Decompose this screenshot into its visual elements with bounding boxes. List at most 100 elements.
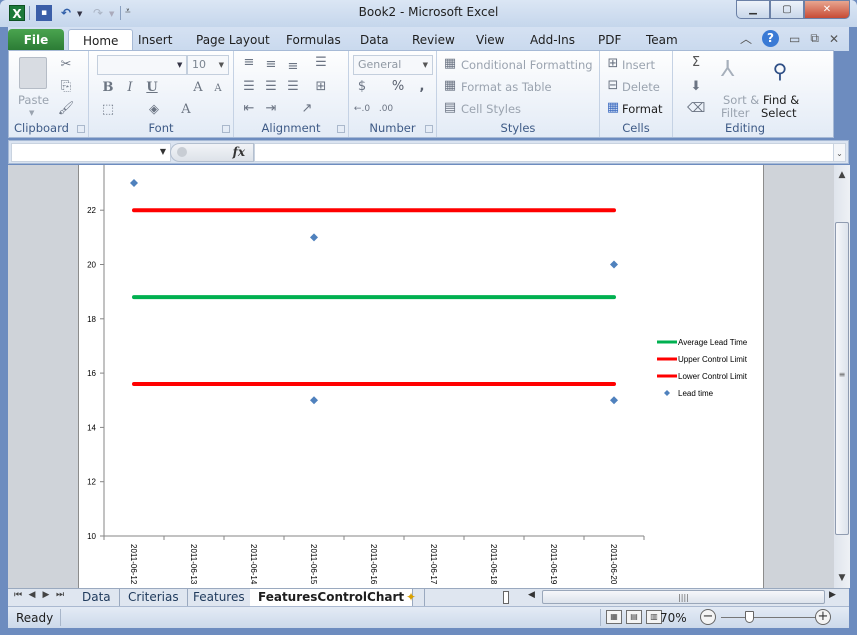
font-name-dropdown-icon[interactable]: ▼ [177, 61, 182, 69]
font-size-combo[interactable]: 10 ▼ [187, 55, 229, 75]
italic-button[interactable]: I [121, 80, 139, 96]
tab-pdf[interactable]: PDF [584, 29, 635, 51]
bold-button[interactable]: B [99, 80, 117, 96]
fill-icon[interactable]: ⬇ [687, 79, 705, 95]
copy-icon[interactable]: ⎘ [57, 79, 75, 95]
format-painter-icon[interactable]: 🖌 [57, 101, 75, 117]
top-align-icon[interactable]: ≡ [240, 55, 258, 71]
sort-filter-button-line2[interactable]: Filter [721, 106, 749, 120]
sheet-tab-features[interactable]: Features [185, 589, 254, 606]
minimize-ribbon-icon[interactable]: ︿ [740, 30, 752, 47]
clear-icon[interactable]: ⌫ [687, 101, 705, 117]
cell-styles-button[interactable]: Cell Styles [461, 102, 521, 116]
font-color-button[interactable]: A [177, 102, 195, 118]
zoom-in-icon[interactable]: + [815, 609, 831, 625]
name-box[interactable]: ▼ [11, 143, 171, 162]
conditional-formatting-button[interactable]: Conditional Formatting [461, 58, 593, 72]
restore-button[interactable]: ▢ [770, 0, 804, 19]
number-launcher-icon[interactable] [425, 125, 433, 133]
workbook-close-icon[interactable]: ✕ [829, 32, 839, 46]
scroll-left-icon[interactable]: ◀ [528, 590, 535, 600]
paste-dropdown-icon[interactable]: ▼ [29, 109, 34, 117]
tab-page-layout[interactable]: Page Layout [182, 29, 284, 51]
underline-button[interactable]: U [143, 80, 161, 96]
number-format-combo[interactable]: General ▼ [353, 55, 433, 75]
zoom-out-icon[interactable]: − [700, 609, 716, 625]
vertical-scroll-thumb[interactable]: ≡ [835, 222, 849, 535]
merge-center-icon[interactable]: ⊞ [312, 79, 330, 95]
cut-icon[interactable]: ✂ [57, 57, 75, 73]
scroll-right-icon[interactable]: ▶ [829, 590, 836, 600]
formula-input[interactable] [254, 143, 834, 162]
page-layout-view-icon[interactable]: ▤ [626, 610, 642, 624]
font-size-dropdown-icon[interactable]: ▼ [219, 56, 224, 74]
tab-split-handle[interactable] [503, 591, 509, 604]
first-sheet-icon[interactable]: ⏮ [12, 590, 24, 600]
grow-font-button[interactable]: A [189, 80, 207, 96]
minimize-button[interactable]: ▁ [736, 0, 770, 19]
fill-color-icon[interactable]: ◈ [145, 102, 163, 118]
percent-button[interactable]: % [389, 79, 407, 95]
tab-review[interactable]: Review [398, 29, 469, 51]
tab-data[interactable]: Data [346, 29, 403, 51]
tab-insert[interactable]: Insert [124, 29, 186, 51]
tab-team[interactable]: Team [632, 29, 692, 51]
next-sheet-icon[interactable]: ▶ [40, 590, 52, 600]
prev-sheet-icon[interactable]: ◀ [26, 590, 38, 600]
last-sheet-icon[interactable]: ⏭ [54, 590, 66, 600]
zoom-level[interactable]: 70% [660, 611, 687, 625]
paste-button[interactable]: Paste [18, 93, 49, 107]
zoom-slider-thumb[interactable] [745, 611, 754, 623]
font-launcher-icon[interactable] [222, 125, 230, 133]
formula-handle-icon[interactable] [177, 147, 187, 157]
number-format-dropdown-icon[interactable]: ▼ [423, 56, 428, 74]
horizontal-scrollbar[interactable]: ◀ |||| ▶ [528, 590, 841, 605]
decrease-indent-icon[interactable]: ⇤ [240, 101, 258, 117]
normal-view-icon[interactable]: ▦ [606, 610, 622, 624]
center-icon[interactable]: ☰ [262, 79, 280, 95]
bottom-align-icon[interactable]: ≡ [284, 59, 302, 75]
alignment-launcher-icon[interactable] [337, 125, 345, 133]
insert-cells-button[interactable]: Insert [622, 58, 655, 72]
decrease-decimal-icon[interactable]: .00 [377, 101, 395, 117]
close-button[interactable]: ✕ [804, 0, 850, 19]
font-name-combo[interactable] [97, 55, 187, 75]
increase-decimal-icon[interactable]: ←.0 [353, 101, 371, 117]
vertical-scrollbar[interactable]: ▲ ≡ ▼ [834, 165, 850, 588]
find-select-button-line1[interactable]: Find & [763, 93, 799, 107]
name-box-dropdown-icon[interactable]: ▼ [160, 147, 166, 156]
format-as-table-button[interactable]: Format as Table [461, 80, 552, 94]
shrink-font-button[interactable]: A [209, 81, 227, 97]
sheet-tab-criterias[interactable]: Criterias [120, 589, 188, 606]
middle-align-icon[interactable]: ≡ [262, 57, 280, 73]
borders-icon[interactable]: ⬚ [99, 102, 117, 118]
comma-button[interactable]: , [413, 79, 431, 95]
help-icon[interactable]: ? [762, 30, 780, 47]
orientation-icon[interactable]: ↗ [298, 101, 316, 117]
format-cells-button[interactable]: Format [622, 102, 663, 116]
wrap-text-icon[interactable]: ☰ [312, 55, 330, 71]
scroll-up-icon[interactable]: ▲ [834, 167, 850, 183]
zoom-slider-track[interactable] [721, 617, 821, 618]
increase-indent-icon[interactable]: ⇥ [262, 101, 280, 117]
expand-formula-bar-icon[interactable]: ⌄ [833, 143, 846, 162]
insert-function-button[interactable]: fx [233, 145, 245, 159]
find-select-button-line2[interactable]: Select [761, 106, 796, 120]
sheet-tab-featurescontrolchart[interactable]: FeaturesControlChart [250, 589, 414, 606]
tab-formulas[interactable]: Formulas [272, 29, 355, 51]
workbook-minimize-icon[interactable]: ▭ [789, 32, 800, 46]
tab-file[interactable]: File [8, 29, 64, 51]
control-chart[interactable]: 10 12 14 16 18 20 22 2011-06-12 2011-06-13 2011-0… [79, 165, 765, 588]
autosum-button[interactable]: Σ [687, 55, 705, 71]
sheet-tab-data[interactable]: Data [74, 589, 120, 606]
currency-icon[interactable]: $ [353, 79, 371, 95]
align-right-icon[interactable]: ☰ [284, 79, 302, 95]
tab-view[interactable]: View [462, 29, 518, 51]
insert-sheet-icon[interactable]: ✦ [398, 589, 426, 606]
align-left-icon[interactable]: ☰ [240, 79, 258, 95]
scroll-down-icon[interactable]: ▼ [834, 570, 850, 586]
sort-filter-button-line1[interactable]: Sort & [723, 93, 759, 107]
clipboard-launcher-icon[interactable] [77, 125, 85, 133]
tab-add-ins[interactable]: Add-Ins [516, 29, 589, 51]
horizontal-scroll-thumb[interactable]: |||| [542, 590, 825, 604]
